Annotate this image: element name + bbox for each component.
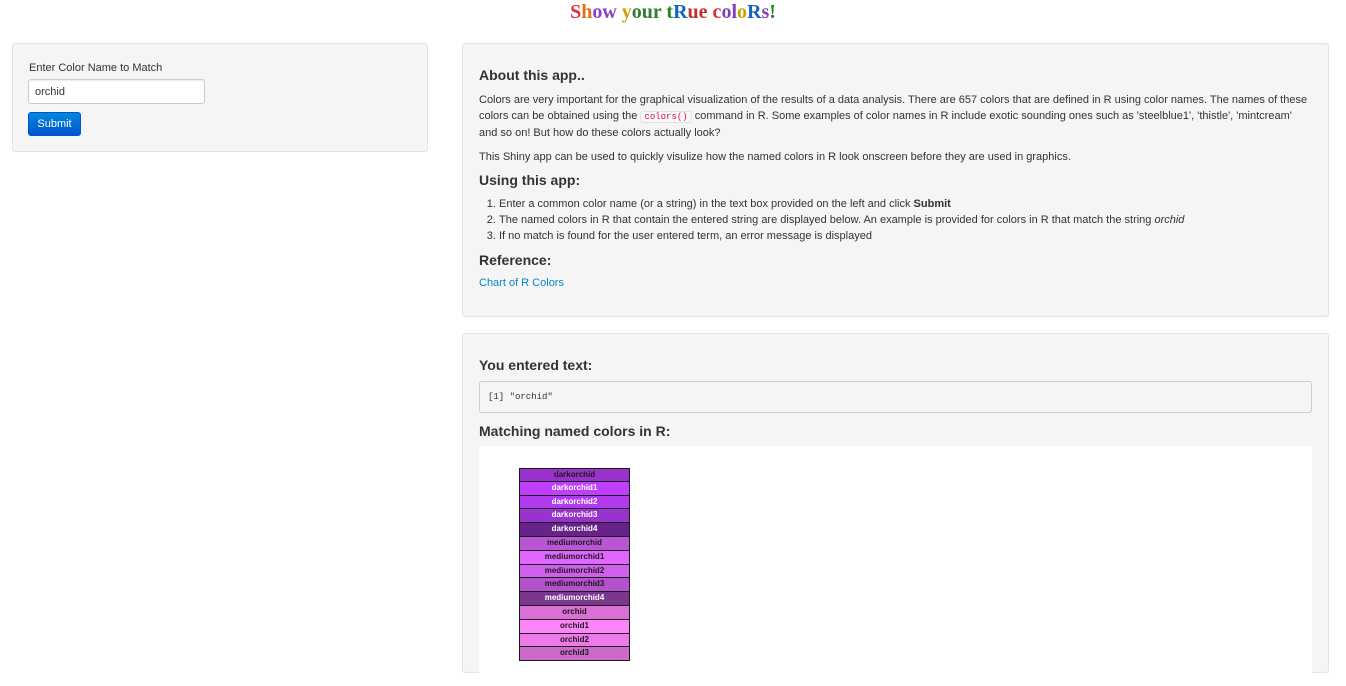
list-item: Enter a common color name (or a string) … bbox=[499, 196, 1312, 212]
swatch-list: darkorchid darkorchid1 darkorchid2 darkorch… bbox=[519, 468, 630, 662]
title-segment: h bbox=[581, 1, 593, 23]
title-segment: o bbox=[737, 1, 747, 23]
color-swatch: orchid2 bbox=[519, 633, 630, 648]
about-paragraph-2: This Shiny app can be used to quickly vi… bbox=[479, 151, 1071, 163]
color-swatch: mediumorchid4 bbox=[519, 592, 630, 606]
colors-code: colors() bbox=[640, 111, 692, 123]
color-swatch: mediumorchid3 bbox=[519, 578, 630, 593]
steps-list: Enter a common color name (or a string) … bbox=[479, 196, 1312, 244]
color-swatch: darkorchid2 bbox=[519, 495, 630, 510]
entered-heading: You entered text: bbox=[479, 357, 593, 373]
step-text: Enter a common color name (or a string) … bbox=[499, 198, 914, 210]
color-swatch: orchid bbox=[519, 605, 630, 620]
color-name-label: Enter Color Name to Match bbox=[29, 62, 163, 74]
color-swatch: darkorchid bbox=[519, 468, 630, 482]
color-name-input[interactable] bbox=[28, 79, 205, 104]
color-swatch-plot: darkorchid darkorchid1 darkorchid2 darkorch… bbox=[479, 446, 1312, 686]
color-swatch: orchid1 bbox=[519, 619, 630, 634]
reference-heading: Reference: bbox=[479, 252, 552, 268]
list-item: The named colors in R that contain the e… bbox=[499, 212, 1312, 228]
title-segment: ue bbox=[687, 1, 708, 23]
step-text: If no match is found for the user entere… bbox=[499, 230, 872, 242]
submit-button[interactable]: Submit bbox=[28, 112, 81, 136]
using-heading: Using this app: bbox=[479, 172, 581, 188]
color-swatch: darkorchid1 bbox=[519, 481, 630, 496]
color-swatch: mediumorchid1 bbox=[519, 550, 630, 565]
color-swatch: mediumorchid2 bbox=[519, 564, 630, 579]
title-segment: R bbox=[673, 1, 688, 23]
step-text: The named colors in R that contain the e… bbox=[499, 214, 1155, 226]
about-heading: About this app.. bbox=[479, 67, 585, 83]
list-item: If no match is found for the user entere… bbox=[499, 228, 1312, 244]
about-panel: About this app.. Colors are very importa… bbox=[462, 43, 1329, 317]
page-title: Show your tRue coloRs! bbox=[0, 1, 1346, 23]
title-segment: our bbox=[631, 1, 662, 23]
chart-of-r-colors-link[interactable]: Chart of R Colors bbox=[479, 277, 564, 289]
matching-heading: Matching named colors in R: bbox=[479, 423, 671, 439]
title-segment: S bbox=[570, 1, 582, 23]
entered-text-output: [1] "orchid" bbox=[479, 381, 1312, 413]
color-swatch: darkorchid4 bbox=[519, 523, 630, 537]
title-segment: ol bbox=[721, 1, 737, 23]
title-segment: y bbox=[621, 1, 632, 23]
step-italic: orchid bbox=[1154, 214, 1185, 226]
title-segment: R bbox=[747, 1, 762, 23]
title-segment: ow bbox=[592, 1, 617, 23]
title-segment: ! bbox=[769, 1, 776, 23]
color-swatch: darkorchid3 bbox=[519, 509, 630, 524]
color-swatch: orchid3 bbox=[519, 647, 630, 662]
about-paragraph-1: Colors are very important for the graphi… bbox=[479, 92, 1312, 141]
step-bold: Submit bbox=[913, 198, 951, 210]
output-panel: You entered text: [1] "orchid" Matching … bbox=[462, 333, 1329, 686]
color-swatch: mediumorchid bbox=[519, 536, 630, 551]
sidebar-panel: Enter Color Name to Match Submit bbox=[12, 43, 428, 152]
